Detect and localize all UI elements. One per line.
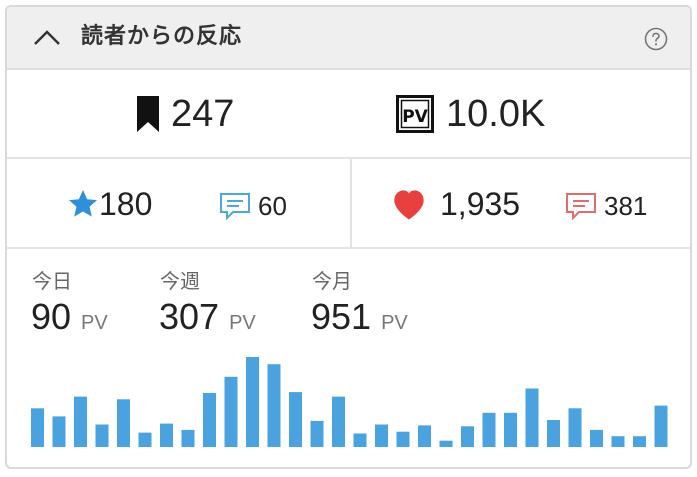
chart-bar: [224, 376, 238, 447]
chart-bar: [633, 436, 646, 447]
pv-today-unit: PV: [81, 312, 108, 334]
chart-bar: [439, 440, 453, 447]
chart-bar: [117, 399, 130, 447]
chart-bar: [332, 396, 345, 447]
comment-icon: [566, 193, 596, 220]
bookmark-stat[interactable]: 247: [135, 92, 234, 136]
chart-bar: [160, 423, 173, 447]
like-comment-stat[interactable]: 381: [565, 189, 647, 223]
chart-bar: [375, 424, 388, 447]
chart-bar: [52, 416, 66, 447]
chart-bar: [568, 408, 582, 447]
chart-bar: [203, 393, 216, 447]
star-stat[interactable]: 180: [67, 184, 152, 224]
chart-bar: [611, 436, 625, 447]
question-circle-icon[interactable]: [644, 27, 668, 51]
like-comment-count: 381: [604, 191, 648, 221]
star-comment-stat[interactable]: 60: [219, 189, 287, 223]
heart-icon: [394, 190, 424, 220]
svg-text:PV: PV: [402, 107, 428, 127]
chart-bar: [181, 429, 195, 447]
pv-today-value: 90: [31, 296, 72, 337]
summary-row: 247 PV 10.0K: [7, 70, 690, 159]
chart-bar: [289, 392, 302, 447]
card-title: 読者からの反応: [81, 24, 243, 49]
pv-month-value-wrap: 951 PV: [311, 297, 408, 337]
star-count: 180: [99, 186, 153, 222]
chart-bar: [654, 405, 668, 447]
star-icon: [69, 190, 97, 217]
pv-today-value-wrap: 90 PV: [31, 297, 108, 337]
pv-month-unit: PV: [381, 312, 408, 334]
chevron-up-icon[interactable]: [33, 27, 61, 47]
chart-bar: [547, 420, 560, 447]
daily-pv-chart: [31, 357, 668, 447]
chart-bar: [525, 388, 539, 447]
pv-icon: PV: [396, 95, 434, 133]
reader-reactions-card: 読者からの反応 247 PV 10.0K 180 60 1,935 381 今日…: [5, 5, 692, 469]
pv-month-value: 951: [311, 296, 372, 337]
chart-bar: [461, 426, 474, 447]
chart-bar: [138, 432, 152, 447]
star-comment-count: 60: [258, 191, 287, 221]
pv-week-value: 307: [159, 296, 220, 337]
pv-week-value-wrap: 307 PV: [159, 297, 256, 337]
chart-bar: [74, 396, 87, 447]
chart-bar: [31, 408, 44, 447]
column-divider: [350, 159, 352, 247]
comment-icon: [220, 193, 250, 220]
pv-month-label: 今月: [312, 269, 352, 293]
card-header[interactable]: 読者からの反応: [7, 7, 690, 70]
reactions-row: 180 60 1,935 381: [7, 159, 690, 249]
chart-bar: [95, 424, 109, 447]
chart-bar: [246, 357, 259, 447]
chart-bar: [418, 425, 431, 447]
chart-bar: [590, 429, 603, 447]
chart-bar: [482, 412, 496, 447]
chart-bar: [353, 433, 367, 447]
like-count: 1,935: [440, 186, 521, 222]
pv-week-unit: PV: [229, 312, 256, 334]
pageview-total: 10.0K: [446, 93, 546, 135]
pageview-stat[interactable]: PV 10.0K: [396, 92, 545, 136]
pv-today-label: 今日: [32, 269, 72, 293]
pv-week-label: 今週: [160, 269, 200, 293]
bookmark-icon: [137, 96, 159, 132]
like-stat[interactable]: 1,935: [390, 184, 520, 224]
chart-bar: [396, 431, 410, 447]
bookmark-count: 247: [171, 93, 235, 135]
chart-bar: [267, 364, 281, 447]
chart-bar: [310, 420, 324, 447]
chart-bar: [504, 412, 517, 447]
